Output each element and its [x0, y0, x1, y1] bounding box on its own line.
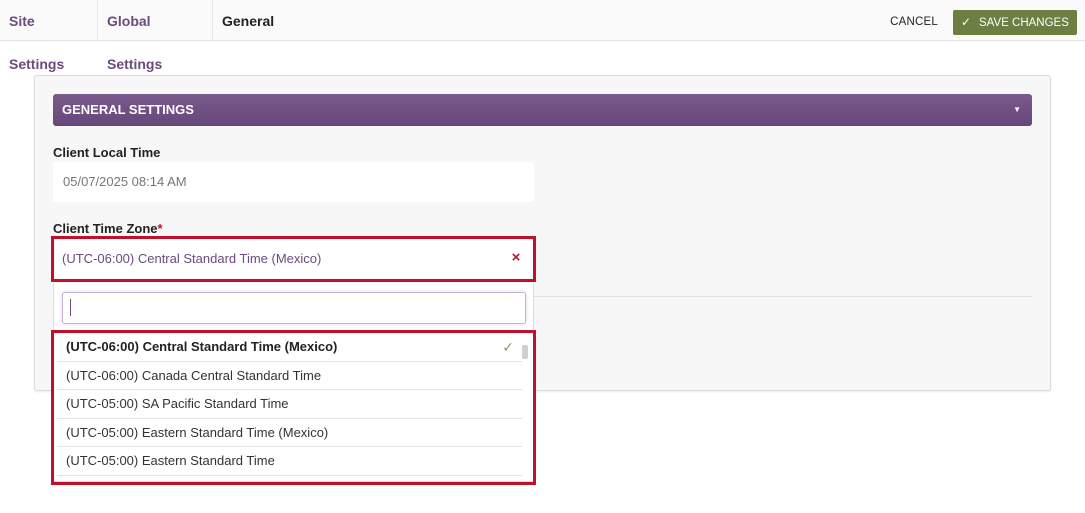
- list-item[interactable]: (UTC-06:00) Canada Central Standard Time: [57, 362, 522, 391]
- client-time-zone-label-text: Client Time Zone: [53, 221, 158, 236]
- check-icon: ✓: [961, 15, 972, 29]
- general-settings-header[interactable]: GENERAL SETTINGS ▼: [53, 94, 1032, 126]
- list-item[interactable]: (UTC-06:00) Central Standard Time (Mexic…: [57, 333, 522, 362]
- close-icon[interactable]: ×: [509, 249, 523, 267]
- time-zone-select[interactable]: (UTC-06:00) Central Standard Time (Mexic…: [55, 240, 532, 278]
- list-item[interactable]: (UTC-05:00) Eastern Standard Time (Mexic…: [57, 419, 522, 448]
- check-icon: ✓: [502, 339, 514, 355]
- dropdown-scrollbar[interactable]: [522, 345, 528, 359]
- section-title: GENERAL SETTINGS: [62, 102, 194, 117]
- option-label: (UTC-06:00) Central Standard Time (Mexic…: [66, 339, 338, 354]
- list-item[interactable]: (UTC-05:00) Eastern Standard Time: [57, 447, 522, 476]
- text-cursor: [70, 299, 71, 316]
- chevron-down-icon: ▼: [1013, 105, 1021, 114]
- list-item[interactable]: (UTC-05:00) SA Pacific Standard Time: [57, 390, 522, 419]
- client-local-time-value: 05/07/2025 08:14 AM: [53, 162, 534, 202]
- top-bar: Site Settings Global Settings General CA…: [0, 0, 1085, 72]
- client-local-time-label: Client Local Time: [53, 145, 161, 160]
- breadcrumb-global-settings[interactable]: Global Settings: [98, 0, 213, 72]
- divider: [534, 296, 1032, 297]
- breadcrumb-current: General: [222, 13, 275, 29]
- time-zone-options: (UTC-06:00) Central Standard Time (Mexic…: [57, 333, 522, 476]
- save-changes-button[interactable]: ✓ SAVE CHANGES: [953, 10, 1077, 35]
- required-marker: *: [157, 221, 163, 236]
- client-time-zone-label: Client Time Zone*: [53, 221, 163, 236]
- save-changes-label: SAVE CHANGES: [979, 17, 1069, 29]
- cancel-button[interactable]: CANCEL: [884, 11, 944, 33]
- breadcrumb-site-settings[interactable]: Site Settings: [0, 0, 98, 72]
- time-zone-search-input[interactable]: [62, 292, 526, 324]
